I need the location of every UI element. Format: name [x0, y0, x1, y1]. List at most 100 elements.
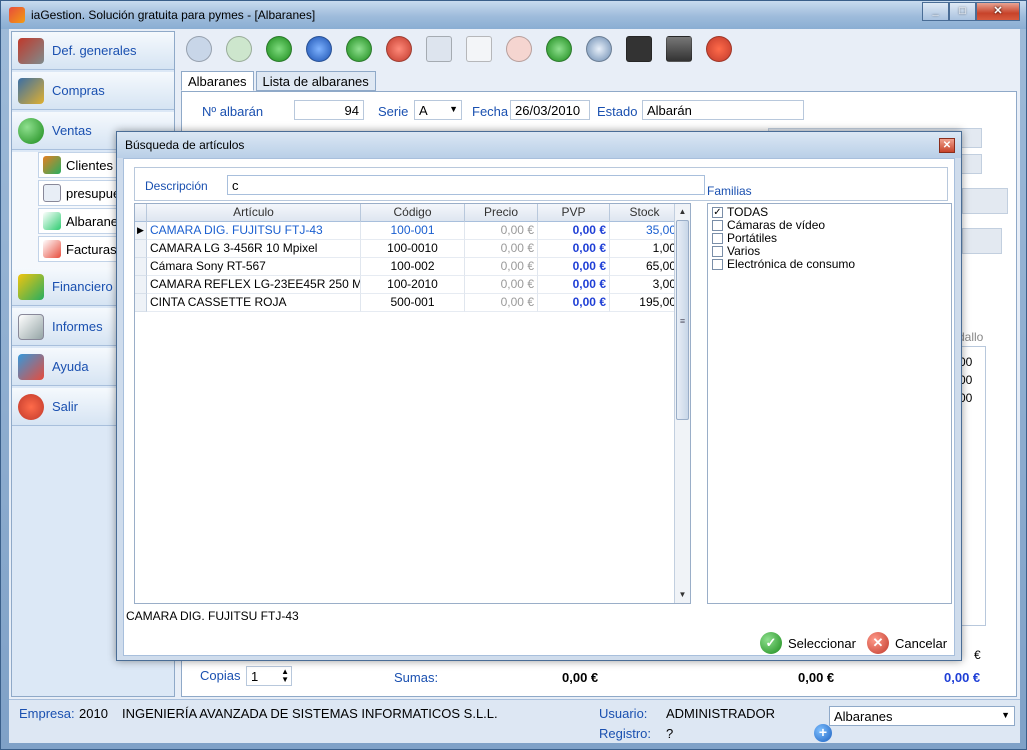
- dialog-body: Descripción c Familias Artículo Código P…: [123, 158, 955, 656]
- row-selector[interactable]: [135, 294, 147, 312]
- minimize-button[interactable]: _: [922, 2, 949, 21]
- money-icon: [18, 273, 44, 300]
- cell-articulo: CAMARA DIG. FUJITSU FTJ-43: [147, 222, 361, 240]
- checkbox[interactable]: [712, 246, 723, 257]
- x-icon: ✕: [867, 632, 889, 654]
- print-button[interactable]: [661, 33, 697, 65]
- families-label: Familias: [707, 184, 752, 198]
- select-button[interactable]: ✓ Seleccionar: [760, 630, 856, 656]
- cell-precio: 0,00 €: [465, 258, 538, 276]
- nav-item-compras[interactable]: Compras: [12, 72, 174, 110]
- scroll-down-icon[interactable]: ▼: [675, 587, 690, 603]
- table-row[interactable]: Cámara Sony RT-567 100-002 0,00 €0,00 €65,…: [135, 258, 680, 276]
- sum-value: 0,00 €: [562, 670, 599, 685]
- description-input[interactable]: c: [227, 175, 705, 195]
- tab-lista-albaranes[interactable]: Lista de albaranes: [255, 71, 376, 91]
- cell-articulo: CAMARA LG 3-456R 10 Mpixel: [147, 240, 361, 258]
- scroll-up-icon[interactable]: ▲: [675, 204, 690, 220]
- row-selector-header: [135, 204, 147, 222]
- table-row[interactable]: CAMARA REFLEX LG-23EE45R 250 Mp 100-2010 0…: [135, 276, 680, 294]
- prev-record-button[interactable]: [221, 33, 257, 65]
- filter-icon: [626, 36, 652, 62]
- last-record-button[interactable]: [301, 33, 337, 65]
- chevron-down-icon: ▼: [1001, 710, 1010, 720]
- family-label: Electrónica de consumo: [727, 257, 856, 271]
- table-row[interactable]: CAMARA LG 3-456R 10 Mpixel 100-0010 0,00 €…: [135, 240, 680, 258]
- checkmark-icon: ✓: [760, 632, 782, 654]
- num-albaran-field[interactable]: 94: [294, 100, 364, 120]
- next-record-button[interactable]: [261, 33, 297, 65]
- cancel-button-label: Cancelar: [895, 635, 948, 651]
- nav-label: Ventas: [52, 123, 92, 138]
- cancel-edit-button[interactable]: [501, 33, 537, 65]
- checkbox[interactable]: [712, 259, 723, 270]
- row-selector[interactable]: [135, 240, 147, 258]
- add-button[interactable]: [341, 33, 377, 65]
- fecha-label: Fecha: [472, 104, 509, 119]
- row-selector[interactable]: [135, 258, 147, 276]
- module-select[interactable]: Albaranes ▼: [829, 706, 1015, 726]
- column-header-articulo[interactable]: Artículo: [147, 204, 361, 222]
- checkbox[interactable]: [712, 220, 723, 231]
- edit-button[interactable]: [421, 33, 457, 65]
- usuario-label: Usuario:: [599, 706, 648, 721]
- cell-articulo: CAMARA REFLEX LG-23EE45R 250 Mp: [147, 276, 361, 294]
- cell-precio: 0,00 €: [465, 294, 538, 312]
- ventas-icon: [18, 117, 44, 144]
- estado-field[interactable]: Albarán: [642, 100, 804, 120]
- sub-label: Facturas: [66, 241, 117, 257]
- row-selector[interactable]: [135, 276, 147, 294]
- add-window-icon[interactable]: +: [814, 724, 832, 742]
- stepper-arrows-icon[interactable]: ▲ ▼: [281, 668, 289, 684]
- last-icon: [306, 36, 332, 62]
- first-record-button[interactable]: [181, 33, 217, 65]
- grid-scrollbar[interactable]: ▲ ≡ ▼: [674, 204, 690, 603]
- filter-button[interactable]: [621, 33, 657, 65]
- registro-value: ?: [666, 726, 674, 741]
- family-item[interactable]: Electrónica de consumo: [712, 258, 855, 271]
- cell-pvp: 0,00 €: [538, 294, 610, 312]
- column-header-precio[interactable]: Precio: [465, 204, 538, 222]
- search-button[interactable]: [581, 33, 617, 65]
- nav-label: Salir: [52, 399, 79, 414]
- search-articles-dialog: Búsqueda de artículos ✕ Descripción c Fa…: [116, 131, 962, 661]
- select-button-label: Seleccionar: [788, 635, 856, 651]
- scroll-thumb[interactable]: ≡: [676, 220, 689, 420]
- cell-precio: 0,00 €: [465, 222, 538, 240]
- empresa-label: Empresa:: [19, 706, 75, 721]
- checkbox[interactable]: [712, 233, 723, 244]
- dialog-close-button[interactable]: ✕: [939, 138, 955, 153]
- copy-button[interactable]: [461, 33, 497, 65]
- delete-button[interactable]: [381, 33, 417, 65]
- selected-article-text: CAMARA DIG. FUJITSU FTJ-43: [126, 609, 299, 623]
- column-header-stock[interactable]: Stock: [610, 204, 680, 222]
- next-icon: [266, 36, 292, 62]
- cancel-button[interactable]: ✕ Cancelar: [867, 630, 947, 656]
- serie-select[interactable]: A ▼: [414, 100, 462, 120]
- nav-item-def-generales[interactable]: Def. generales: [12, 32, 174, 70]
- column-header-pvp[interactable]: PVP: [538, 204, 610, 222]
- nav-label: Def. generales: [52, 43, 137, 58]
- module-select-value: Albaranes: [834, 709, 893, 724]
- add-icon: [346, 36, 372, 62]
- empresa-code: 2010: [79, 706, 108, 721]
- refresh-button[interactable]: [541, 33, 577, 65]
- tab-albaranes[interactable]: Albaranes: [181, 71, 254, 91]
- exit-button[interactable]: [701, 33, 737, 65]
- maximize-button[interactable]: □: [949, 2, 976, 21]
- delivery-note-icon: [43, 212, 61, 230]
- empresa-name: INGENIERÍA AVANZADA DE SISTEMAS INFORMAT…: [122, 706, 498, 721]
- close-button[interactable]: ✕: [976, 2, 1020, 21]
- main-window: iaGestion. Solución gratuita para pymes …: [0, 0, 1027, 750]
- column-header-codigo[interactable]: Código: [361, 204, 465, 222]
- fecha-field[interactable]: 26/03/2010: [510, 100, 590, 120]
- copias-stepper[interactable]: 1 ▲ ▼: [246, 666, 292, 686]
- checkbox[interactable]: ✓: [712, 207, 723, 218]
- row-selector[interactable]: ▶: [135, 222, 147, 240]
- table-row[interactable]: CINTA CASSETTE ROJA 500-001 0,00 €0,00 €19…: [135, 294, 680, 312]
- cell-pvp: 0,00 €: [538, 276, 610, 294]
- sumas-label: Sumas:: [394, 670, 439, 685]
- table-row[interactable]: ▶ CAMARA DIG. FUJITSU FTJ-43 100-001 0,00 €…: [135, 222, 680, 240]
- edit-icon: [426, 36, 452, 62]
- copias-label: Copias: [200, 668, 241, 683]
